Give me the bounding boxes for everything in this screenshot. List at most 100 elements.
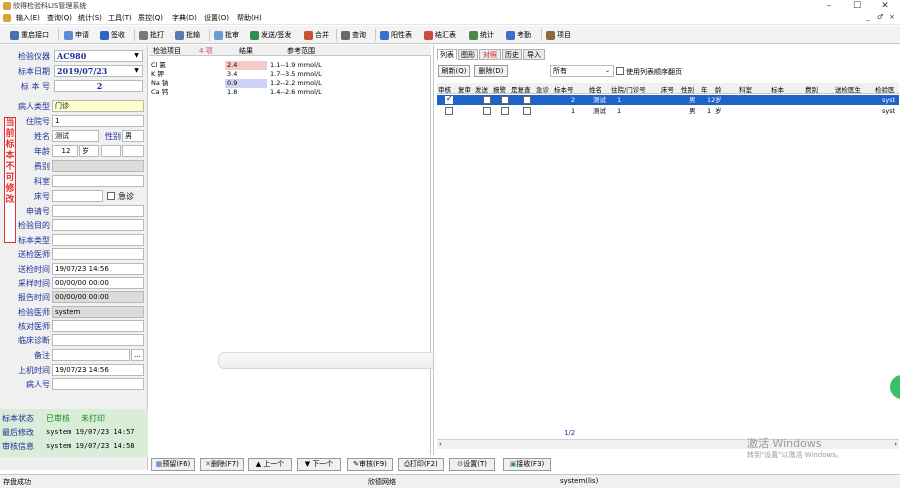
query-button[interactable]: 查询 xyxy=(341,28,366,42)
menu-query[interactable]: 查询(Q) xyxy=(47,13,72,24)
tab-import[interactable]: 导入 xyxy=(523,49,545,60)
bed-no-field[interactable] xyxy=(52,190,103,202)
alarm-checkbox[interactable] xyxy=(501,107,509,115)
sample-date-picker[interactable]: 2019/07/23 ▼ xyxy=(54,65,143,77)
horizontal-scrollbar[interactable]: ‹ › xyxy=(437,439,899,449)
batch-print-button[interactable]: 批打 xyxy=(139,28,164,42)
result-value[interactable]: 2.4 xyxy=(225,61,267,70)
sign-receive-button[interactable]: 签收 xyxy=(100,28,125,42)
table-row[interactable]: Ca 钙 1.8 1.4--2.6 mmol/L xyxy=(149,88,349,97)
check-doctor-field[interactable] xyxy=(52,320,144,332)
receive-button[interactable]: ▣接收(F3) xyxy=(503,458,551,471)
urgent-checkbox[interactable] xyxy=(107,192,115,200)
toolbar-separator xyxy=(336,29,337,41)
recheck-checkbox[interactable] xyxy=(523,107,531,115)
result-value[interactable]: 1.8 xyxy=(225,88,267,97)
print-button[interactable]: ⎙打印(F2) xyxy=(398,458,444,471)
gender-field[interactable]: 男 xyxy=(122,130,144,142)
menu-stats[interactable]: 统计(S) xyxy=(78,13,102,24)
age-extra-field[interactable] xyxy=(101,145,121,157)
batch-input-button[interactable]: 批输 xyxy=(175,28,200,42)
delete-list-button[interactable]: 删除(D) xyxy=(474,65,508,77)
table-row[interactable]: Na 钠 0.9 1.2--2.2 mmol/L xyxy=(149,79,349,88)
maximize-button[interactable]: ☐ xyxy=(844,0,870,12)
review-checkbox[interactable] xyxy=(445,107,453,115)
menu-input[interactable]: 输入(E) xyxy=(16,13,40,24)
delete-button[interactable]: ✕删除(F7) xyxy=(200,458,244,471)
sampling-time-field[interactable]: 00/00/00 00:00 xyxy=(52,277,144,289)
batch-review-button[interactable]: 批审 xyxy=(214,28,239,42)
recheck-checkbox[interactable] xyxy=(523,96,531,104)
review-checkbox[interactable]: ✓ xyxy=(445,94,453,104)
review-button[interactable]: ✎审核(F9) xyxy=(347,458,393,471)
next-button[interactable]: ▼ 下一个 xyxy=(297,458,341,471)
refresh-button[interactable]: 刷新(Q) xyxy=(438,65,470,77)
result-value[interactable]: 3.4 xyxy=(225,70,267,79)
menu-dict[interactable]: 字典(D) xyxy=(172,13,197,24)
item-count: 4 项 xyxy=(199,47,213,55)
project-button[interactable]: 项目 xyxy=(546,28,571,42)
settings-button[interactable]: ⚙设置(T) xyxy=(449,458,495,471)
send-issue-button[interactable]: 发送/签发 xyxy=(250,28,291,42)
tab-graph[interactable]: 图形 xyxy=(458,49,478,60)
machine-time-field[interactable]: 19/07/23 14:56 xyxy=(52,364,144,376)
remark-field[interactable] xyxy=(52,349,130,361)
summary-table-icon xyxy=(424,30,433,40)
report-time-field[interactable]: 00/00/00 00:00 xyxy=(52,291,144,303)
instrument-select[interactable]: AC980 ▼ xyxy=(54,50,143,62)
patient-type-field[interactable]: 门诊 xyxy=(52,100,144,112)
test-doctor-field[interactable]: system xyxy=(52,306,144,318)
send-checkbox[interactable] xyxy=(483,107,491,115)
request-button[interactable]: 申请 xyxy=(64,28,89,42)
attendance-button[interactable]: 考勤 xyxy=(506,28,531,42)
close-button[interactable]: ✕ xyxy=(872,0,898,12)
send-checkbox[interactable] xyxy=(483,96,491,104)
alarm-checkbox[interactable] xyxy=(501,96,509,104)
scroll-right-icon[interactable]: › xyxy=(894,440,897,448)
department-field[interactable] xyxy=(52,175,144,187)
use-list-order-checkbox[interactable] xyxy=(616,67,624,75)
table-row[interactable]: Cl 氯 2.4 1.1--1.9 mmol/L xyxy=(149,61,349,70)
statistics-button[interactable]: 统计 xyxy=(469,28,494,42)
minimize-button[interactable]: – xyxy=(816,0,842,12)
menu-settings[interactable]: 设置(O) xyxy=(204,13,229,24)
scroll-left-icon[interactable]: ‹ xyxy=(439,440,442,448)
table-row[interactable]: ✓ 2 测试 1 男 12 岁 syst xyxy=(437,94,899,105)
tab-history[interactable]: 历史 xyxy=(502,49,522,60)
submitting-doctor-field[interactable] xyxy=(52,248,144,260)
fee-type-field[interactable] xyxy=(52,160,144,172)
name-field[interactable]: 测试 xyxy=(52,130,99,142)
table-row[interactable]: 1 测试 1 男 1 岁 syst xyxy=(437,106,899,116)
menu-tools[interactable]: 工具(T) xyxy=(108,13,132,24)
col-reviewed: 审核 xyxy=(438,86,451,94)
table-row[interactable]: K 钾 3.4 1.7--3.5 mmol/L xyxy=(149,70,349,79)
summary-table-button[interactable]: 结汇表 xyxy=(424,28,456,42)
app-menu-icon[interactable] xyxy=(3,14,11,22)
age-unit-select[interactable]: 岁 xyxy=(79,145,99,157)
reserve-button[interactable]: ▦预留(F6) xyxy=(151,458,195,471)
patient-id-field[interactable] xyxy=(52,378,144,390)
application-no-field[interactable] xyxy=(52,205,144,217)
clinical-diagnosis-field[interactable] xyxy=(52,334,144,346)
menu-help[interactable]: 帮助(H) xyxy=(237,13,262,24)
result-value[interactable]: 0.9 xyxy=(225,79,267,88)
sample-type-field[interactable] xyxy=(52,234,144,246)
inpatient-no-field[interactable]: 1 xyxy=(52,115,144,127)
age-field[interactable]: 12 xyxy=(52,145,78,157)
menu-qc[interactable]: 质控(Q) xyxy=(138,13,163,24)
previous-button[interactable]: ▲ 上一个 xyxy=(248,458,292,471)
mdi-minimize-button[interactable]: _ xyxy=(866,13,870,21)
restart-interface-button[interactable]: 重启接口 xyxy=(10,28,49,42)
positive-table-button[interactable]: 阳性表 xyxy=(380,28,412,42)
test-purpose-field[interactable] xyxy=(52,219,144,231)
mdi-close-button[interactable]: × xyxy=(889,13,895,21)
submit-time-field[interactable]: 19/07/23 14:56 xyxy=(52,263,144,275)
filter-select[interactable]: 所有 ⌄ xyxy=(550,65,614,77)
tab-compare[interactable]: 对照 xyxy=(479,49,501,60)
remark-ellipsis-button[interactable]: ... xyxy=(131,349,144,361)
tab-list[interactable]: 列表 xyxy=(437,49,457,60)
mdi-restore-button[interactable]: ♂ xyxy=(877,13,883,21)
merge-button[interactable]: 合并 xyxy=(304,28,329,42)
sample-no-input[interactable]: 2 xyxy=(54,80,143,92)
age-extra-unit-field[interactable] xyxy=(122,145,144,157)
